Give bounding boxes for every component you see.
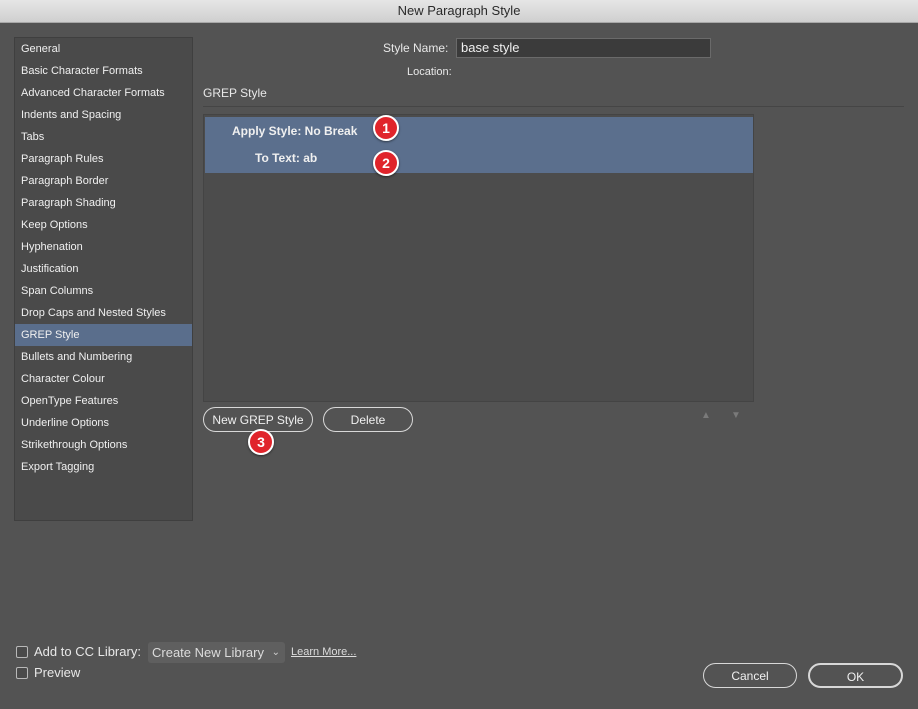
sidebar-item-underline-options[interactable]: Underline Options	[15, 412, 192, 434]
sidebar-item-character-colour[interactable]: Character Colour	[15, 368, 192, 390]
ok-button[interactable]: OK	[808, 663, 903, 688]
sidebar-item-strikethrough-options[interactable]: Strikethrough Options	[15, 434, 192, 456]
sidebar-item-general[interactable]: General	[15, 38, 192, 60]
sidebar-item-indents-and-spacing[interactable]: Indents and Spacing	[15, 104, 192, 126]
sidebar-item-tabs[interactable]: Tabs	[15, 126, 192, 148]
grep-rule-to-text[interactable]: To Text: ab	[205, 144, 753, 173]
move-down-icon[interactable]: ▼	[731, 410, 741, 421]
chevron-down-icon: ⌄	[271, 647, 280, 658]
library-select[interactable]: Create New Library ⌄	[148, 642, 285, 663]
sidebar-item-export-tagging[interactable]: Export Tagging	[15, 456, 192, 478]
add-to-cc-library-checkbox[interactable]	[16, 646, 28, 658]
sidebar-item-bullets-and-numbering[interactable]: Bullets and Numbering	[15, 346, 192, 368]
sidebar-item-hyphenation[interactable]: Hyphenation	[15, 236, 192, 258]
sidebar-item-paragraph-rules[interactable]: Paragraph Rules	[15, 148, 192, 170]
category-sidebar: General Basic Character Formats Advanced…	[14, 37, 193, 521]
style-name-label: Style Name:	[383, 41, 449, 55]
learn-more-link[interactable]: Learn More...	[291, 646, 356, 658]
library-select-value: Create New Library	[152, 645, 264, 660]
to-text-text[interactable]: To Text: ab	[255, 144, 317, 173]
cancel-button[interactable]: Cancel	[703, 663, 797, 688]
sidebar-item-keep-options[interactable]: Keep Options	[15, 214, 192, 236]
preview-label: Preview	[34, 665, 81, 680]
section-divider	[203, 106, 904, 107]
sidebar-item-span-columns[interactable]: Span Columns	[15, 280, 192, 302]
sidebar-item-paragraph-border[interactable]: Paragraph Border	[15, 170, 192, 192]
grep-rule-apply-style[interactable]: Apply Style: No Break	[205, 117, 753, 146]
callout-badge-1: 1	[373, 115, 399, 141]
sidebar-item-justification[interactable]: Justification	[15, 258, 192, 280]
sidebar-item-drop-caps-and-nested-styles[interactable]: Drop Caps and Nested Styles	[15, 302, 192, 324]
add-to-cc-library-label: Add to CC Library:	[34, 644, 141, 659]
sidebar-item-opentype-features[interactable]: OpenType Features	[15, 390, 192, 412]
sidebar-item-grep-style[interactable]: GREP Style	[15, 324, 192, 346]
grep-style-list[interactable]: Apply Style: No Break To Text: ab	[203, 114, 754, 402]
callout-badge-2: 2	[373, 150, 399, 176]
sidebar-item-basic-character-formats[interactable]: Basic Character Formats	[15, 60, 192, 82]
section-title: GREP Style	[203, 86, 267, 100]
sidebar-item-advanced-character-formats[interactable]: Advanced Character Formats	[15, 82, 192, 104]
delete-button[interactable]: Delete	[323, 407, 413, 432]
apply-style-text[interactable]: Apply Style: No Break	[232, 117, 357, 146]
window-title: New Paragraph Style	[0, 0, 918, 23]
preview-checkbox[interactable]	[16, 667, 28, 679]
callout-badge-3: 3	[248, 429, 274, 455]
move-up-icon[interactable]: ▲	[701, 410, 711, 421]
style-name-input[interactable]: base style	[456, 38, 711, 58]
location-label: Location:	[407, 66, 452, 78]
sidebar-item-paragraph-shading[interactable]: Paragraph Shading	[15, 192, 192, 214]
